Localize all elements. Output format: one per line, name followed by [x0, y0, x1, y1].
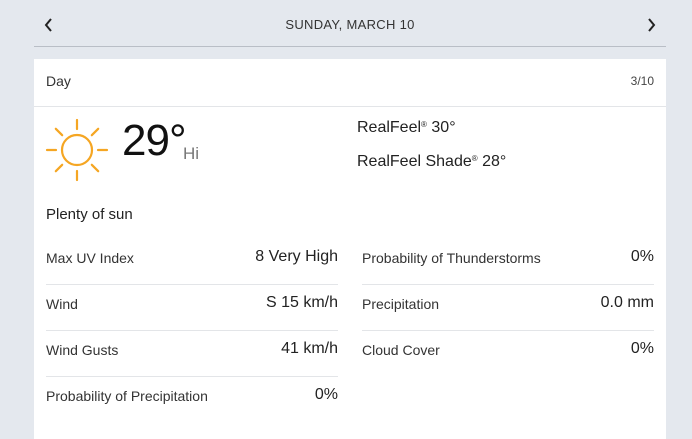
realfeel-shade: RealFeel Shade® 28° [357, 153, 506, 171]
detail-value: 0% [314, 386, 338, 403]
next-day-button[interactable] [636, 10, 666, 40]
detail-value: 0.0 mm [600, 294, 654, 311]
sun-icon [45, 118, 109, 182]
detail-row: Wind S 15 km/h [46, 285, 338, 331]
realfeel-shade-value: 28° [482, 153, 507, 170]
weather-phrase: Plenty of sun [46, 206, 133, 223]
detail-label: Probability of Thunderstorms [362, 250, 541, 266]
day-navigation: SUNDAY, MARCH 10 [34, 0, 666, 47]
trademark-symbol: ® [471, 154, 478, 163]
realfeel-shade-label: RealFeel Shade [357, 153, 472, 170]
detail-row: Cloud Cover 0% [362, 331, 654, 376]
detail-value: 0% [630, 340, 654, 357]
details-right-column: Probability of Thunderstorms 0% Precipit… [362, 239, 654, 376]
detail-label: Wind Gusts [46, 342, 119, 358]
day-forecast-card: Day 3/10 29° Hi RealFeel® 30° RealFeel S… [34, 59, 666, 439]
detail-row: Max UV Index 8 Very High [46, 239, 338, 285]
detail-row: Wind Gusts 41 km/h [46, 331, 338, 377]
chevron-right-icon [648, 18, 656, 32]
selected-date: SUNDAY, MARCH 10 [285, 17, 415, 32]
detail-label: Cloud Cover [362, 342, 440, 358]
detail-value: S 15 km/h [265, 294, 338, 311]
realfeel-label: RealFeel [357, 119, 422, 136]
card-title: Day [46, 73, 71, 89]
detail-row: Probability of Thunderstorms 0% [362, 239, 654, 285]
realfeel-value: 30° [431, 119, 456, 136]
card-date: 3/10 [630, 74, 654, 88]
detail-label: Wind [46, 296, 78, 312]
detail-label: Precipitation [362, 296, 440, 312]
detail-value: 41 km/h [281, 340, 338, 357]
temperature-hi-label: Hi [183, 144, 200, 163]
detail-label: Max UV Index [46, 250, 134, 266]
temperature: 29° [122, 116, 187, 165]
realfeel: RealFeel® 30° [357, 119, 456, 137]
detail-row: Probability of Precipitation 0% [46, 377, 338, 422]
card-header: Day 3/10 [34, 59, 666, 107]
trademark-symbol: ® [421, 120, 427, 129]
details-left-column: Max UV Index 8 Very High Wind S 15 km/h … [46, 239, 338, 422]
detail-value: 8 Very High [255, 248, 338, 265]
detail-row: Precipitation 0.0 mm [362, 285, 654, 331]
detail-label: Probability of Precipitation [46, 388, 208, 404]
detail-value: 0% [630, 248, 654, 265]
